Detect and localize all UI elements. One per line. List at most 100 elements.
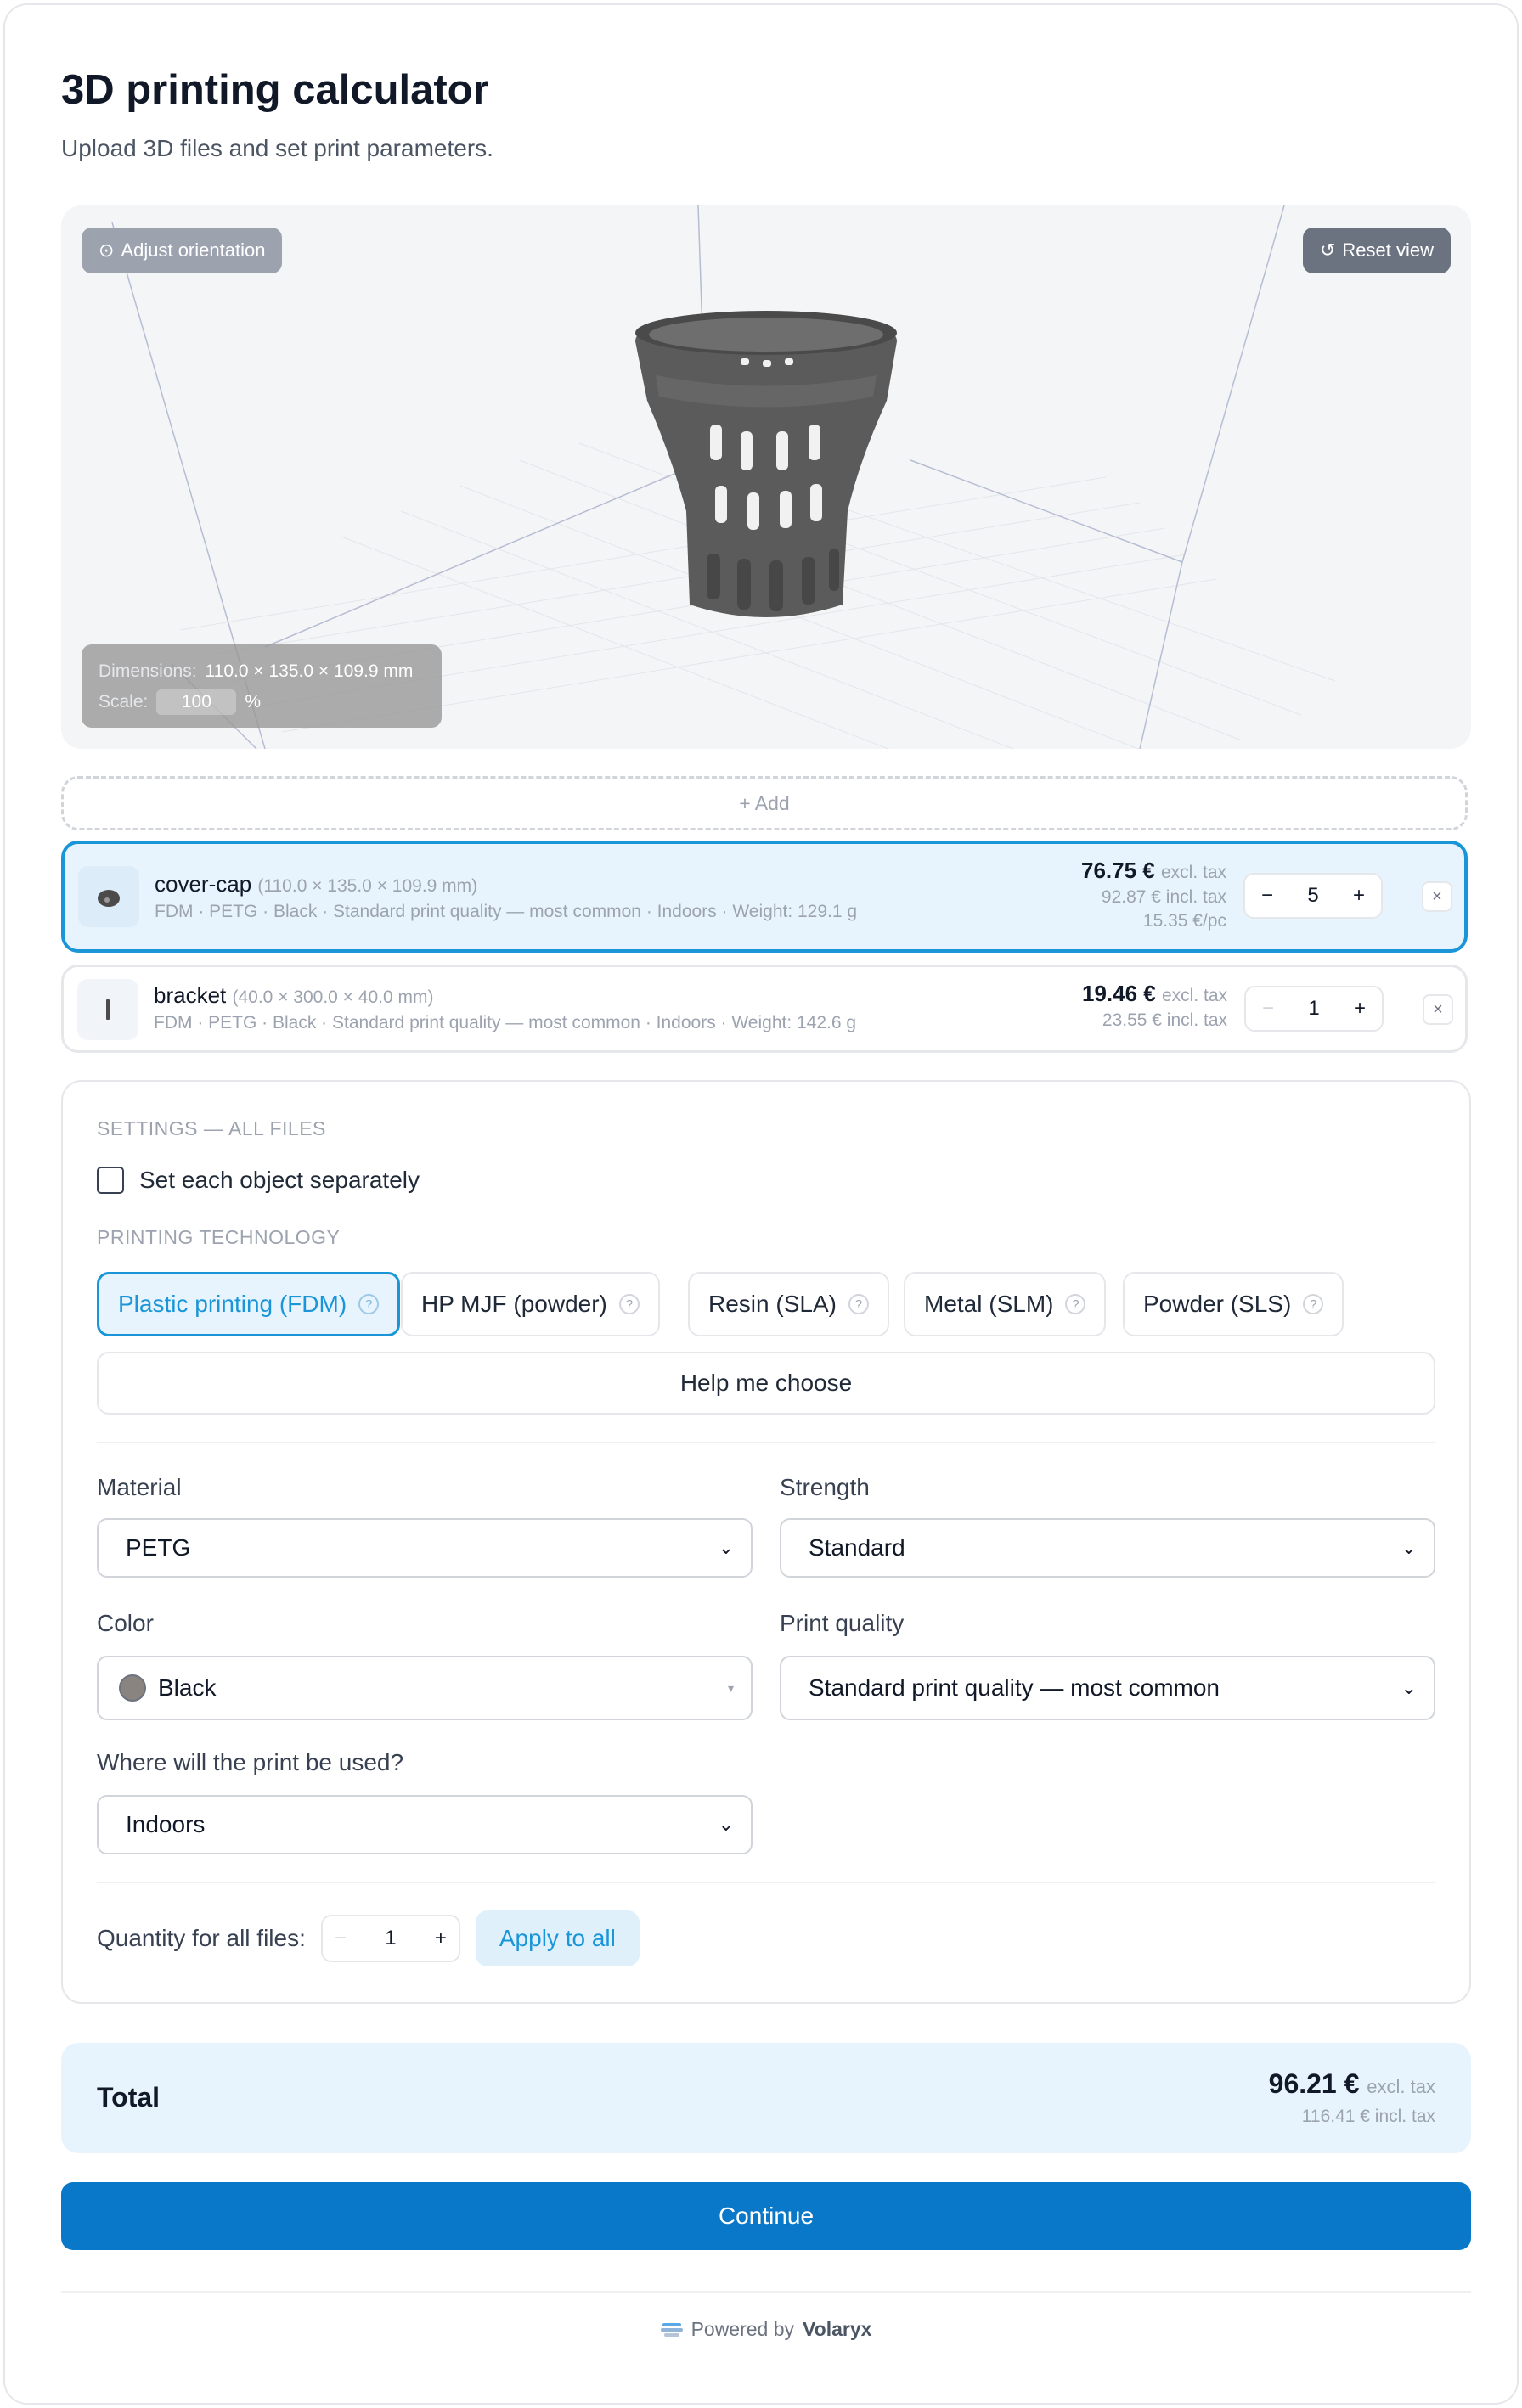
decrement-button[interactable]: −: [1257, 884, 1277, 908]
caret-down-icon: ⌄: [718, 1814, 734, 1835]
scale-unit: %: [245, 692, 262, 712]
excl-label: excl. tax: [1161, 986, 1227, 1005]
tech-sla[interactable]: Resin (SLA) ?: [688, 1272, 889, 1336]
page-title: 3D printing calculator: [61, 67, 489, 113]
scale-input[interactable]: 100: [156, 689, 237, 715]
add-file-button[interactable]: + Add: [61, 776, 1468, 830]
file-meta: FDM · PETG · Black · Standard print qual…: [154, 1013, 857, 1032]
tech-label: Resin (SLA): [708, 1291, 837, 1317]
usage-select[interactable]: Indoors ⌄: [97, 1795, 753, 1854]
question-icon[interactable]: ?: [848, 1294, 869, 1314]
total-excl-label: excl. tax: [1367, 2076, 1435, 2097]
tech-mjf[interactable]: HP MJF (powder) ?: [401, 1272, 660, 1336]
decrement-button[interactable]: −: [335, 1927, 347, 1950]
powered-by: Powered by Volaryx: [5, 2318, 1522, 2341]
tech-slm[interactable]: Metal (SLM) ?: [904, 1272, 1107, 1336]
dimensions-panel: Dimensions: 110.0 × 135.0 × 109.9 mm Sca…: [82, 644, 442, 728]
quantity-all-value[interactable]: 1: [385, 1927, 396, 1950]
quantity-stepper[interactable]: − 5 +: [1243, 873, 1383, 919]
quantity-all-stepper[interactable]: − 1 +: [320, 1915, 460, 1962]
file-name-text: bracket: [154, 982, 227, 1008]
model-viewer[interactable]: ⊙ Adjust orientation ↺ Reset view Dimens…: [61, 205, 1471, 749]
price-incl: 23.55 € incl. tax: [1102, 1010, 1227, 1030]
price-per-piece: 15.35 €/pc: [1142, 911, 1226, 931]
strength-select[interactable]: Standard ⌄: [780, 1518, 1435, 1578]
tech-fdm[interactable]: Plastic printing (FDM) ?: [97, 1272, 401, 1336]
caret-down-icon: ⌄: [718, 1537, 734, 1558]
file-dims: (40.0 × 300.0 × 40.0 mm): [232, 987, 434, 1007]
separately-checkbox-row[interactable]: Set each object separately: [97, 1167, 420, 1194]
total-panel: Total 96.21 € excl. tax 116.41 € incl. t…: [61, 2043, 1471, 2153]
increment-button[interactable]: +: [435, 1927, 447, 1950]
file-price: 76.75 € excl. tax 92.87 € incl. tax 15.3…: [1081, 858, 1226, 931]
caret-down-icon: ▾: [727, 1680, 734, 1695]
divider: [97, 1882, 1435, 1883]
quality-select[interactable]: Standard print quality — most common ⌄: [780, 1656, 1435, 1720]
color-swatch: [119, 1674, 146, 1702]
price-excl: 76.75 €: [1080, 858, 1155, 883]
reset-icon: ↺: [1319, 239, 1336, 261]
question-icon[interactable]: ?: [1303, 1294, 1324, 1314]
question-icon[interactable]: ?: [358, 1294, 380, 1314]
total-label: Total: [97, 2082, 161, 2113]
file-row-cover-cap[interactable]: cover-cap (110.0 × 135.0 × 109.9 mm) FDM…: [61, 841, 1468, 953]
excl-label: excl. tax: [1160, 863, 1226, 882]
brand-name[interactable]: Volaryx: [803, 2318, 871, 2341]
reset-view-label: Reset view: [1342, 239, 1434, 261]
technology-title: PRINTING TECHNOLOGY: [97, 1226, 341, 1248]
quantity-stepper[interactable]: − 1 +: [1244, 986, 1384, 1032]
dimensions-value: 110.0 × 135.0 × 109.9 mm: [205, 661, 414, 681]
tech-label: Plastic printing (FDM): [118, 1291, 347, 1317]
remove-file-button[interactable]: ×: [1422, 881, 1452, 912]
file-name: cover-cap (110.0 × 135.0 × 109.9 mm): [155, 871, 477, 897]
footer-divider: [61, 2291, 1471, 2293]
material-select[interactable]: PETG ⌄: [97, 1518, 753, 1578]
quantity-all-row: Quantity for all files: − 1 + Apply to a…: [97, 1910, 640, 1966]
file-thumbnail: [77, 979, 138, 1040]
remove-file-button[interactable]: ×: [1423, 994, 1453, 1025]
price-excl: 19.46 €: [1081, 981, 1156, 1006]
strength-label: Strength: [780, 1474, 870, 1500]
color-select[interactable]: Black ▾: [97, 1656, 753, 1720]
question-icon[interactable]: ?: [1065, 1294, 1086, 1314]
reset-view-button[interactable]: ↺ Reset view: [1302, 228, 1451, 273]
file-price: 19.46 € excl. tax 23.55 € incl. tax: [1082, 981, 1227, 1031]
total-price: 96.21 € excl. tax 116.41 € incl. tax: [1269, 2068, 1435, 2127]
continue-button[interactable]: Continue: [61, 2182, 1471, 2250]
quantity-value[interactable]: 5: [1307, 884, 1318, 908]
scale-label: Scale:: [99, 692, 149, 712]
settings-title: SETTINGS — ALL FILES: [97, 1117, 326, 1139]
increment-button[interactable]: +: [1350, 997, 1370, 1021]
adjust-orientation-button[interactable]: ⊙ Adjust orientation: [82, 228, 283, 273]
usage-label: Where will the print be used?: [97, 1749, 404, 1775]
increment-button[interactable]: +: [1349, 884, 1369, 908]
settings-panel: SETTINGS — ALL FILES Set each object sep…: [61, 1080, 1471, 2004]
qty-all-label: Quantity for all files:: [97, 1925, 306, 1951]
adjust-orientation-label: Adjust orientation: [121, 239, 266, 261]
file-thumbnail: [78, 866, 139, 927]
dimensions-label: Dimensions:: [99, 661, 197, 681]
tech-label: HP MJF (powder): [421, 1291, 607, 1317]
decrement-button[interactable]: −: [1258, 997, 1278, 1021]
quantity-value[interactable]: 1: [1308, 997, 1319, 1021]
separately-checkbox[interactable]: [97, 1167, 124, 1194]
model-mesh: [635, 311, 897, 617]
help-me-choose-button[interactable]: Help me choose: [97, 1352, 1435, 1415]
usage-value: Indoors: [126, 1811, 206, 1837]
tech-label: Powder (SLS): [1143, 1291, 1292, 1317]
file-row-bracket[interactable]: bracket (40.0 × 300.0 × 40.0 mm) FDM · P…: [61, 965, 1468, 1053]
tech-sls[interactable]: Powder (SLS) ?: [1123, 1272, 1344, 1336]
page-subtitle: Upload 3D files and set print parameters…: [61, 135, 493, 161]
caret-down-icon: ⌄: [1401, 1537, 1417, 1558]
orientation-icon: ⊙: [99, 239, 115, 261]
brand-logo-icon: [660, 2322, 683, 2337]
price-incl: 92.87 € incl. tax: [1101, 887, 1226, 907]
apply-to-all-button[interactable]: Apply to all: [475, 1910, 640, 1966]
material-value: PETG: [126, 1534, 191, 1561]
divider: [97, 1442, 1435, 1443]
close-icon: ×: [1433, 999, 1443, 1019]
question-icon[interactable]: ?: [618, 1294, 640, 1314]
calculator-card: 3D printing calculator Upload 3D files a…: [3, 3, 1519, 2405]
file-name-text: cover-cap: [155, 871, 252, 897]
quality-label: Print quality: [780, 1610, 905, 1636]
